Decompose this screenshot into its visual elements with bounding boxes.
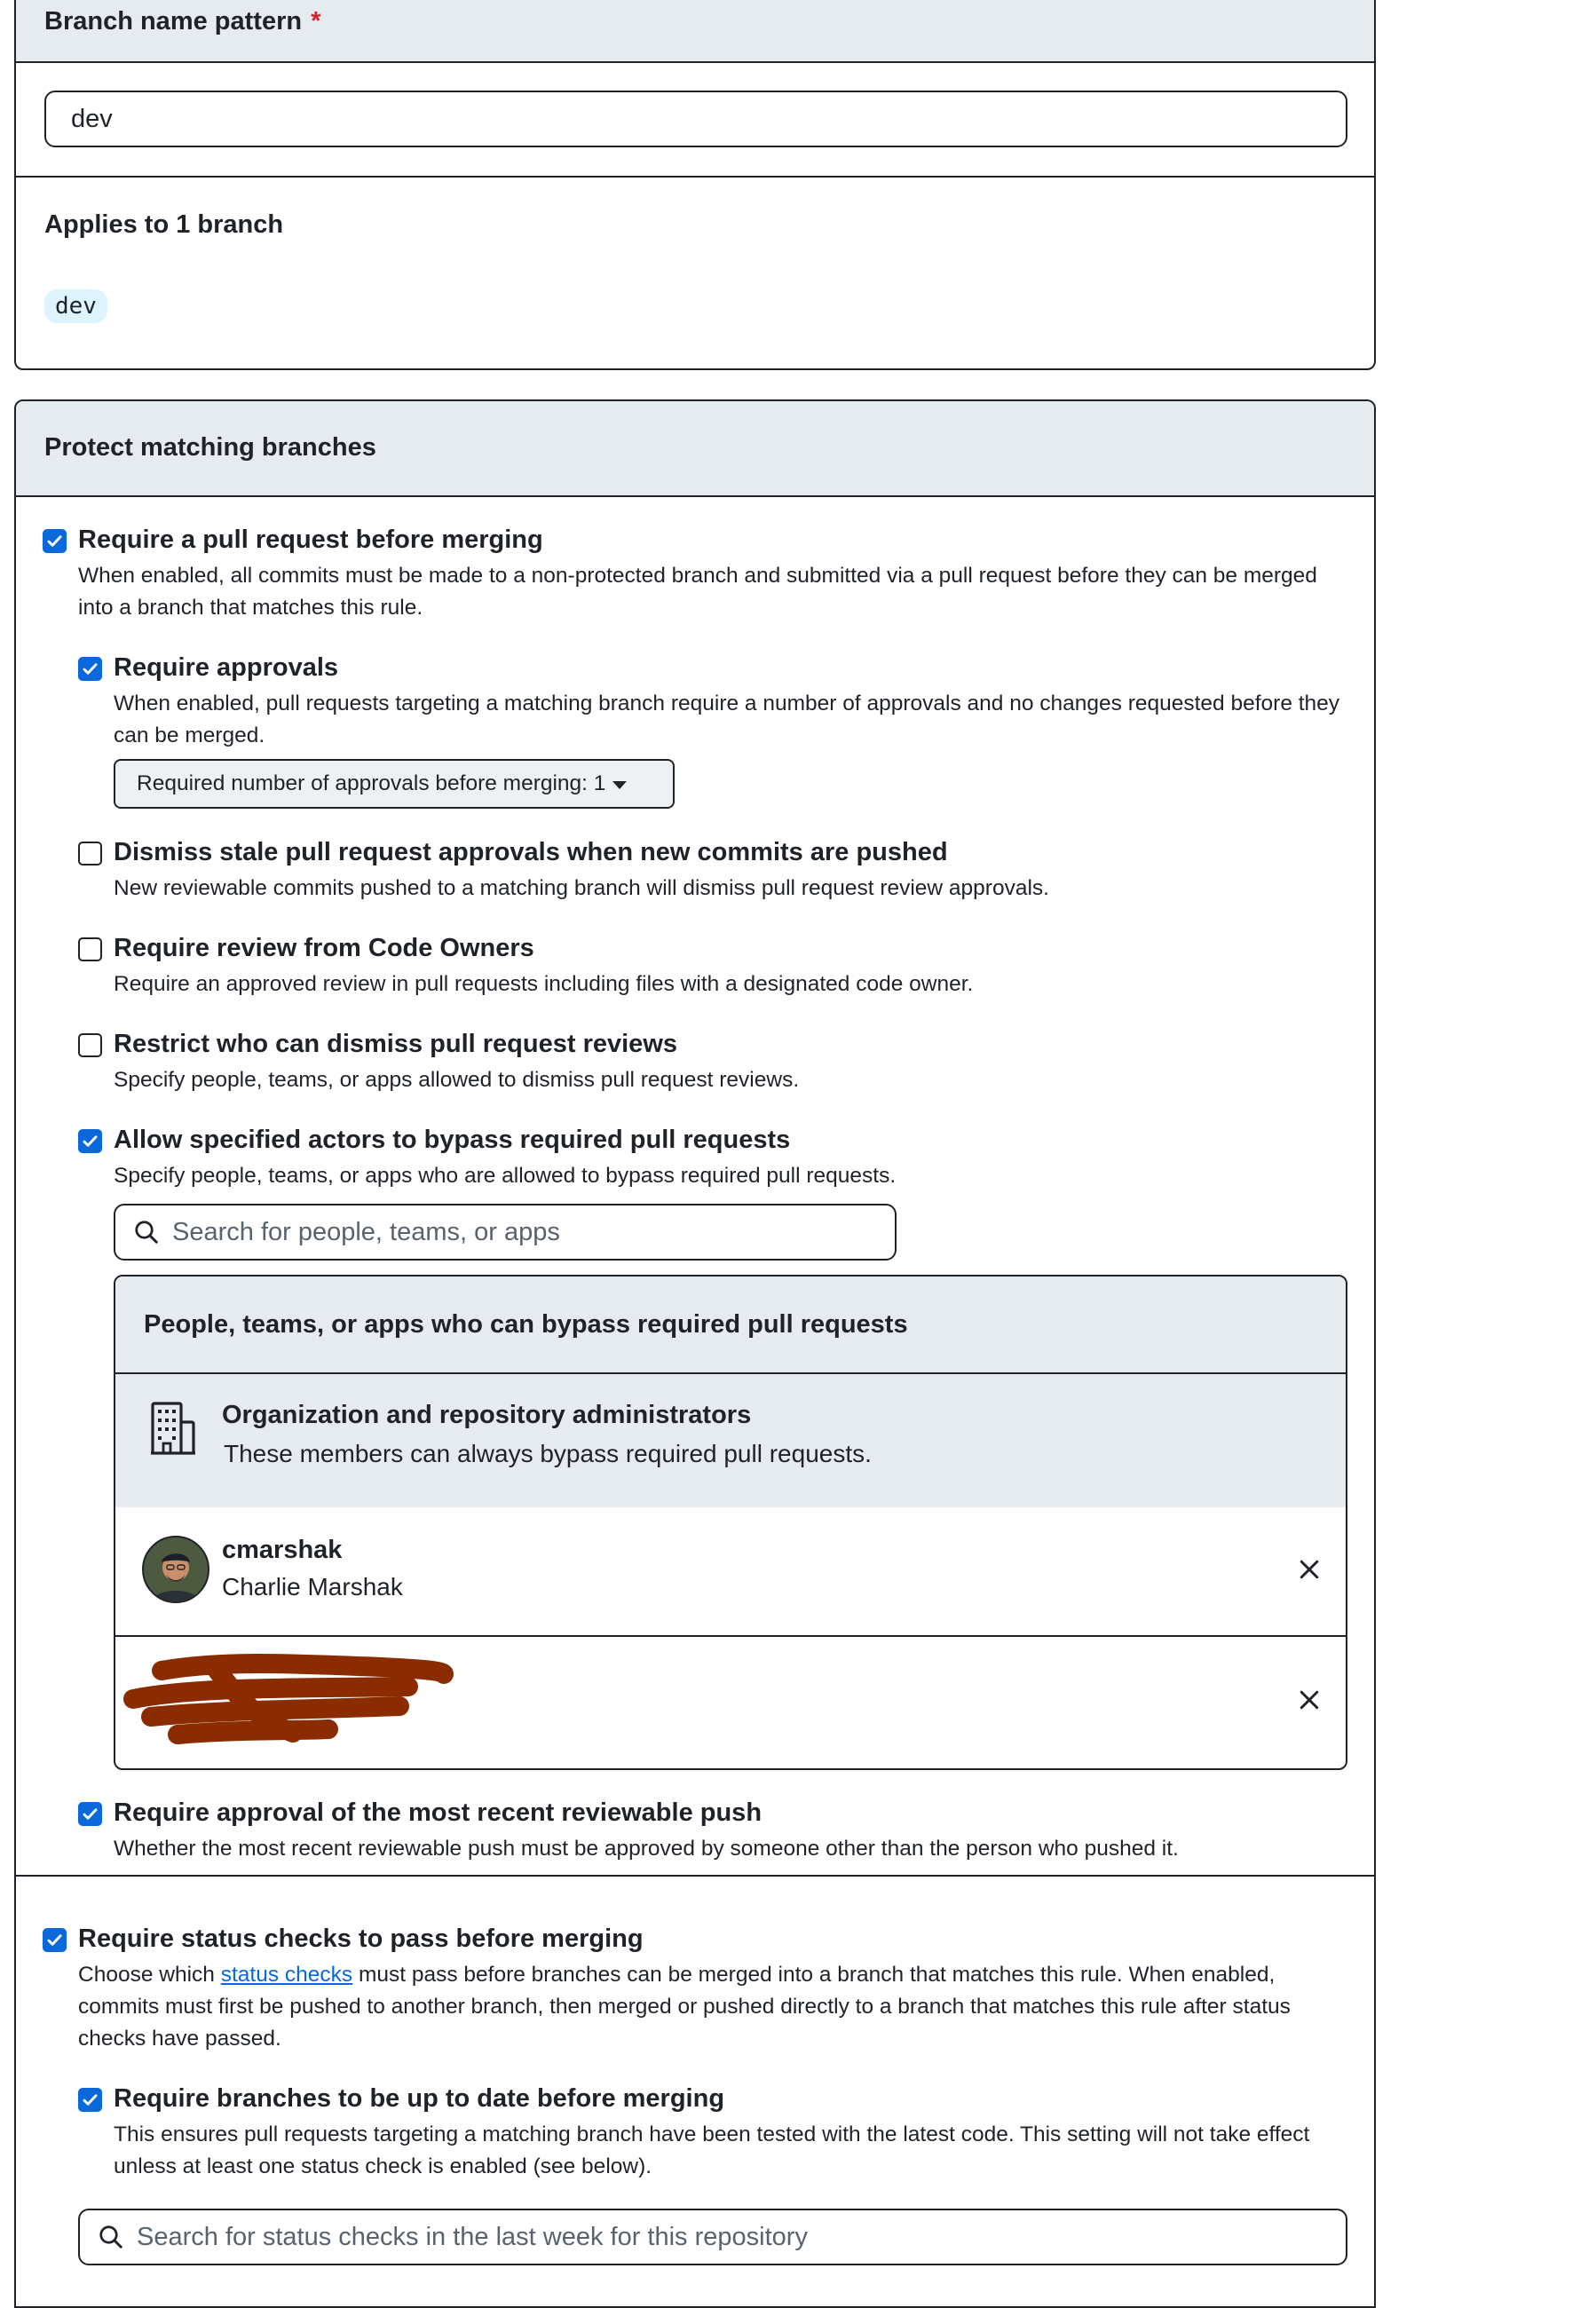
remove-actor-icon[interactable] <box>1296 1687 1323 1713</box>
caret-down-icon <box>612 780 628 789</box>
admins-row: Organization and repository administrato… <box>115 1374 1346 1507</box>
require-approvals-description: When enabled, pull requests targeting a … <box>114 692 1340 747</box>
code-owners-description: Require an approved review in pull reque… <box>114 972 974 996</box>
up-to-date-title: Require branches to be up to date before… <box>114 2084 725 2113</box>
up-to-date-description: This ensures pull requests targeting a m… <box>114 2122 1310 2178</box>
dismiss-stale-description: New reviewable commits pushed to a match… <box>114 876 1049 900</box>
status-checks-desc-text: Choose which <box>78 1963 221 1987</box>
code-owners-checkbox[interactable] <box>78 937 102 961</box>
avatar-image <box>144 1537 208 1601</box>
bypass-list-heading: People, teams, or apps who can bypass re… <box>144 1310 908 1339</box>
recent-push-title: Require approval of the most recent revi… <box>114 1798 762 1827</box>
check-icon <box>47 1934 62 1946</box>
status-checks-title: Require status checks to pass before mer… <box>78 1925 644 1953</box>
status-checks-description: Choose which status checks must pass bef… <box>78 1959 1339 2055</box>
allow-bypass-checkbox[interactable] <box>78 1129 102 1153</box>
require-pr-title: Require a pull request before merging <box>78 526 543 554</box>
require-approvals-checkbox[interactable] <box>78 657 102 681</box>
require-approvals-title: Require approvals <box>114 653 339 682</box>
protect-header: Protect matching branches <box>16 401 1374 497</box>
actor-name: Charlie Marshak <box>222 1573 403 1601</box>
require-pr-description: When enabled, all commits must be made t… <box>78 564 1317 620</box>
admins-description: These members can always bypass required… <box>224 1440 872 1467</box>
check-icon <box>47 535 62 547</box>
divider <box>16 176 1374 178</box>
redacted-actor <box>123 1654 454 1744</box>
restrict-dismiss-checkbox[interactable] <box>78 1033 102 1057</box>
branch-pattern-header: Branch name pattern * <box>16 0 1374 63</box>
branch-pattern-input[interactable]: dev <box>44 91 1347 147</box>
dismiss-stale-title: Dismiss stale pull request approvals whe… <box>114 838 948 866</box>
bypass-list: People, teams, or apps who can bypass re… <box>114 1275 1347 1770</box>
admins-title: Organization and repository administrato… <box>222 1401 752 1429</box>
approvals-count-label: Required number of approvals before merg… <box>137 771 606 795</box>
require-pr-checkbox[interactable] <box>43 529 67 553</box>
restrict-dismiss-description: Specify people, teams, or apps allowed t… <box>114 1068 800 1092</box>
avatar <box>142 1536 209 1603</box>
search-icon <box>99 2225 122 2249</box>
recent-push-checkbox[interactable] <box>78 1802 102 1826</box>
organization-icon <box>151 1402 195 1455</box>
status-checks-checkbox[interactable] <box>43 1928 67 1952</box>
applies-heading: Applies to 1 branch <box>44 210 284 239</box>
divider <box>16 1875 1374 1877</box>
required-asterisk: * <box>311 7 321 36</box>
bypass-list-header: People, teams, or apps who can bypass re… <box>115 1277 1346 1374</box>
bypass-search-input[interactable]: Search for people, teams, or apps <box>114 1204 897 1261</box>
restrict-dismiss-title: Restrict who can dismiss pull request re… <box>114 1030 677 1058</box>
divider <box>115 1635 1346 1637</box>
check-icon <box>83 2094 98 2106</box>
remove-actor-icon[interactable] <box>1296 1556 1323 1583</box>
approvals-count-select[interactable]: Required number of approvals before merg… <box>114 759 675 809</box>
recent-push-description: Whether the most recent reviewable push … <box>114 1837 1179 1861</box>
check-icon <box>83 1808 98 1820</box>
allow-bypass-title: Allow specified actors to bypass require… <box>114 1126 791 1154</box>
check-icon <box>83 663 98 675</box>
up-to-date-checkbox[interactable] <box>78 2088 102 2112</box>
branch-chip: dev <box>44 289 107 323</box>
check-icon <box>83 1135 98 1147</box>
branch-pattern-panel: Branch name pattern * dev Applies to 1 br… <box>14 0 1376 370</box>
branch-pattern-label: Branch name pattern <box>44 7 303 36</box>
search-icon <box>135 1221 158 1244</box>
dismiss-stale-checkbox[interactable] <box>78 842 102 866</box>
protect-heading: Protect matching branches <box>44 433 376 462</box>
status-check-search-input[interactable]: Search for status checks in the last wee… <box>78 2209 1347 2265</box>
actor-login: cmarshak <box>222 1536 343 1564</box>
bypass-search-placeholder: Search for people, teams, or apps <box>172 1217 560 1246</box>
status-checks-link[interactable]: status checks <box>221 1963 352 1987</box>
status-check-search-placeholder: Search for status checks in the last wee… <box>137 2222 808 2251</box>
allow-bypass-description: Specify people, teams, or apps who are a… <box>114 1164 897 1188</box>
code-owners-title: Require review from Code Owners <box>114 934 534 962</box>
branch-pattern-value: dev <box>71 104 113 133</box>
